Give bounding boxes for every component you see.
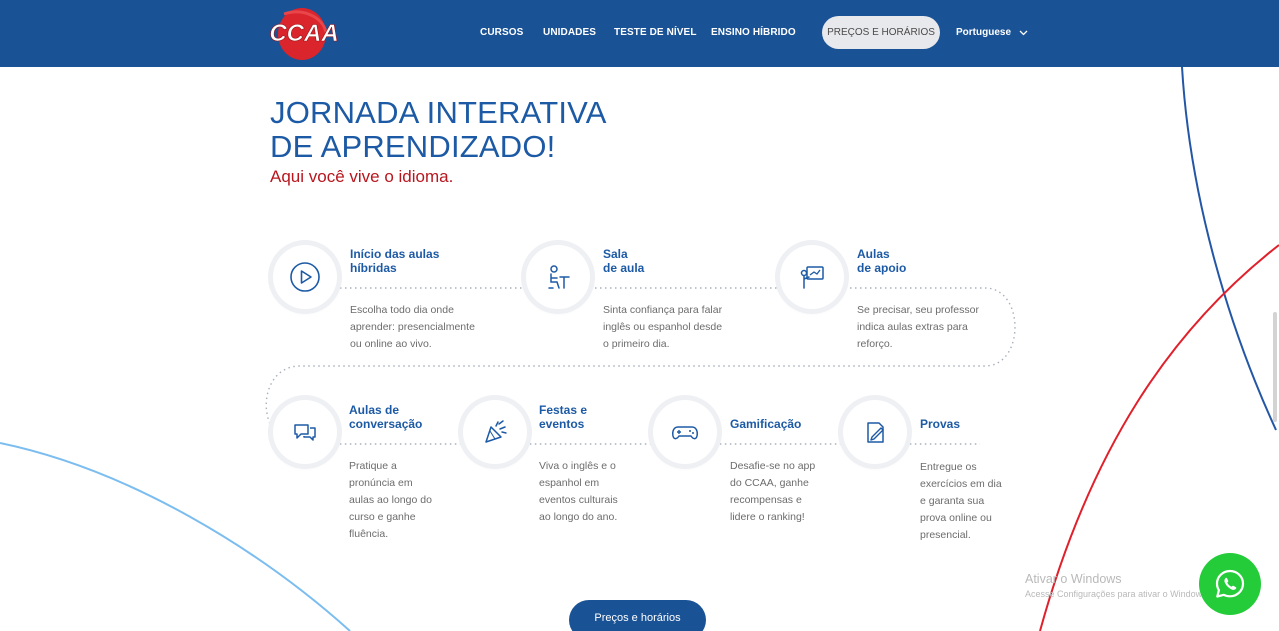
step-circle-5 [463, 400, 527, 464]
step-desc-2: Sinta confiança para falar inglês ou espa… [603, 304, 723, 350]
step-circle-7 [843, 400, 907, 464]
chat-bubbles-icon [294, 424, 316, 441]
whatsapp-icon [1215, 569, 1245, 598]
step-title-5: Festas e eventos [539, 403, 588, 431]
scrollbar-thumb[interactable] [1273, 312, 1277, 422]
step-title-2: Sala de aula [603, 247, 645, 275]
party-popper-icon [485, 420, 507, 443]
nav-unidades[interactable]: UNIDADES [543, 27, 596, 38]
page-title-line1: JORNADA INTERATIVA [270, 95, 607, 130]
page-title: JORNADA INTERATIVA DE APRENDIZADO! [270, 96, 607, 164]
step-desc-7: Entregue os exercícios em dia e garanta su… [920, 461, 1002, 541]
step-title-3: Aulas de apoio [857, 247, 907, 275]
step-title-1: Início das aulas híbridas [350, 247, 440, 275]
classroom-icon [548, 265, 570, 289]
step-desc-5: Viva o inglês e o espanhol em eventos cult… [539, 460, 618, 523]
step-desc-3: Se precisar, seu professor indica aulas e… [857, 304, 979, 350]
windows-watermark-title: Ativar o Windows [1025, 572, 1122, 586]
windows-watermark-subtitle: Acesse Configurações para ativar o Windo… [1025, 589, 1210, 599]
play-icon [290, 262, 320, 292]
step-circle-2 [526, 245, 590, 309]
step-desc-1: Escolha todo dia onde aprender: presencia… [350, 304, 475, 350]
nav-teste-de-nivel[interactable]: TESTE DE NÍVEL [614, 27, 697, 38]
language-selector[interactable]: Portuguese [956, 27, 1028, 38]
pricing-button-header[interactable]: PREÇOS E HORÁRIOS [822, 16, 940, 49]
nav-ensino-hibrido[interactable]: ENSINO HÍBRIDO [711, 27, 796, 38]
step-desc-6: Desafie-se no app do CCAA, ganhe recompens… [730, 460, 816, 523]
nav-cursos[interactable]: CURSOS [480, 27, 523, 38]
page-title-line2: DE APRENDIZADO! [270, 129, 556, 164]
step-circle-4 [273, 400, 337, 464]
chevron-down-icon [1019, 30, 1028, 35]
test-paper-icon [867, 422, 884, 443]
pricing-button-cta[interactable]: Preços e horários [569, 600, 706, 631]
step-circle-1 [273, 245, 337, 309]
page-subtitle: Aqui você vive o idioma. [270, 167, 454, 186]
step-circle-6 [653, 400, 717, 464]
step-title-6: Gamificação [730, 417, 802, 431]
gamepad-icon [672, 426, 698, 440]
whatsapp-button[interactable] [1199, 553, 1261, 615]
svg-text:CCAA: CCAA [269, 20, 338, 47]
step-desc-4: Pratique a pronúncia em aulas ao longo do c… [349, 460, 432, 540]
step-title-4: Aulas de conversação [349, 403, 423, 431]
step-circle-3 [780, 245, 844, 309]
top-header: CCAA CURSOS UNIDADES TESTE DE NÍVEL ENSI… [0, 0, 1279, 67]
ccaa-logo[interactable]: CCAA [262, 6, 346, 62]
language-label: Portuguese [956, 27, 1012, 38]
step-title-7: Provas [920, 417, 961, 431]
teacher-board-icon [800, 266, 824, 289]
